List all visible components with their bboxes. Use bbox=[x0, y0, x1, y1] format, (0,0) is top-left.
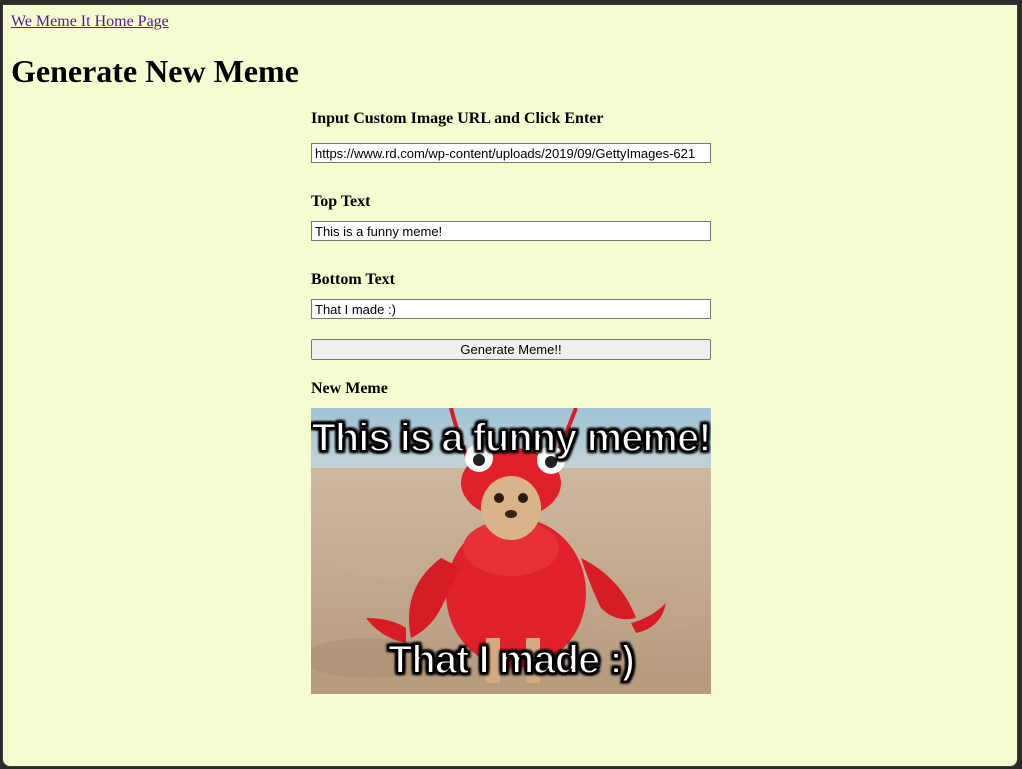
meme-form: Input Custom Image URL and Click Enter T… bbox=[311, 109, 711, 694]
bottom-text-input[interactable] bbox=[311, 299, 711, 319]
page-title: Generate New Meme bbox=[11, 53, 299, 89]
top-text-input[interactable] bbox=[311, 221, 711, 241]
meme-preview: This is a funny meme! That I made :) bbox=[311, 408, 711, 694]
meme-top-text: This is a funny meme! bbox=[311, 415, 711, 461]
top-text-label: Top Text bbox=[311, 193, 371, 210]
meme-bottom-text: That I made :) bbox=[387, 637, 636, 683]
generate-meme-button[interactable]: Generate Meme!! bbox=[311, 339, 711, 360]
browser-window: We Meme It Home Page Generate New Meme I… bbox=[2, 4, 1018, 767]
new-meme-label: New Meme bbox=[311, 380, 388, 397]
image-url-label: Input Custom Image URL and Click Enter bbox=[311, 110, 604, 127]
home-page-link[interactable]: We Meme It Home Page bbox=[11, 13, 169, 31]
bottom-text-label: Bottom Text bbox=[311, 271, 395, 288]
image-url-input[interactable] bbox=[311, 143, 711, 163]
